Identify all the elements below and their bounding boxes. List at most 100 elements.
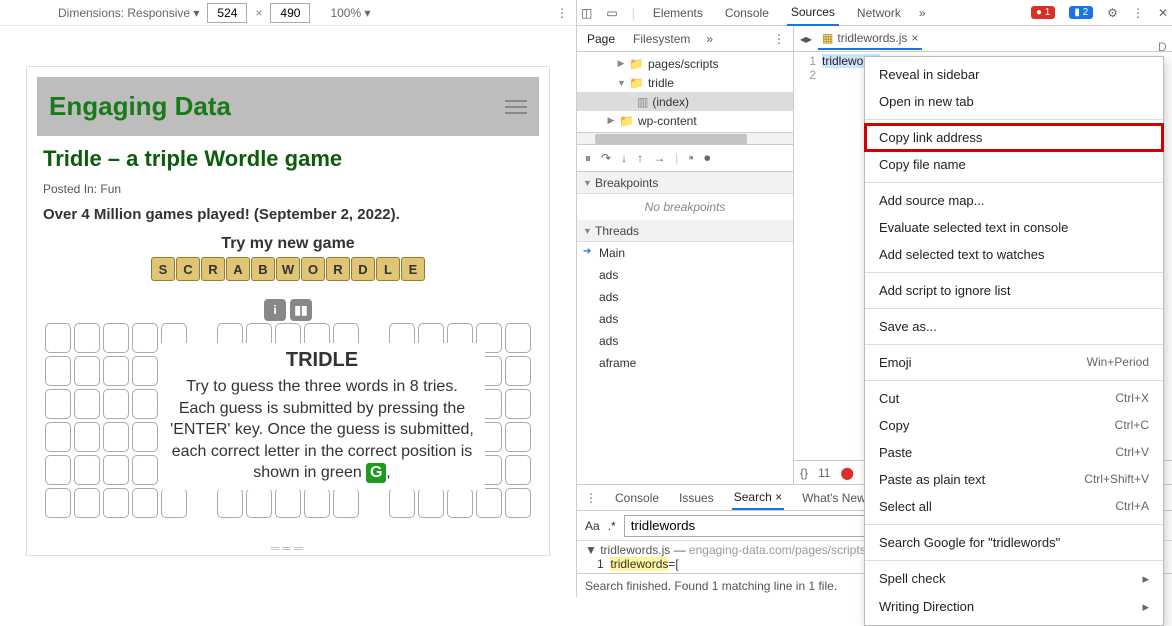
tab-console[interactable]: Console <box>721 1 773 25</box>
pause-icon[interactable]: ⏸ <box>585 151 591 166</box>
grid-cell <box>505 488 531 518</box>
grid-cell <box>304 488 330 518</box>
thread-row[interactable]: Main <box>577 242 793 264</box>
ctx-search-google[interactable]: Search Google for "tridlewords" <box>865 529 1163 556</box>
tree-folder[interactable]: pages/scripts <box>648 57 719 71</box>
file-tree[interactable]: ▶📁pages/scripts ▼📁tridle ▥(index) ▶📁wp-c… <box>577 52 793 132</box>
zoom-dropdown[interactable]: 100% ▾ <box>330 6 370 20</box>
try-new-label: Try my new game <box>43 235 533 253</box>
thread-row[interactable]: ads <box>577 286 793 308</box>
grid-cell <box>505 323 531 353</box>
stats-icon[interactable]: ▮▮ <box>290 299 312 321</box>
drawer-tab-issues[interactable]: Issues <box>677 487 716 509</box>
tab-network[interactable]: Network <box>853 1 905 25</box>
ctx-watch[interactable]: Add selected text to watches <box>865 241 1163 268</box>
thread-row[interactable]: ads <box>577 264 793 286</box>
devtools-main-tabs: ◫ ▭ | Elements Console Sources Network »… <box>577 0 1172 26</box>
thread-row[interactable]: ads <box>577 330 793 352</box>
letter-tile[interactable]: O <box>301 257 325 281</box>
step-into-icon[interactable]: ↓ <box>621 151 627 165</box>
ctx-open-tab[interactable]: Open in new tab <box>865 88 1163 115</box>
kebab-icon[interactable]: ⋮ <box>556 6 568 20</box>
breakpoints-header[interactable]: ▼Breakpoints <box>577 172 793 194</box>
ctx-writing[interactable]: Writing Direction <box>865 593 1163 621</box>
letter-tile[interactable]: C <box>176 257 200 281</box>
drawer-tab-console[interactable]: Console <box>613 487 661 509</box>
nav-tab-page[interactable]: Page <box>585 28 617 50</box>
ctx-ignore[interactable]: Add script to ignore list <box>865 277 1163 304</box>
letter-tile[interactable]: A <box>226 257 250 281</box>
ctx-paste-plain[interactable]: Paste as plain textCtrl+Shift+V <box>865 466 1163 493</box>
letter-tile[interactable]: B <box>251 257 275 281</box>
letter-tile[interactable]: R <box>201 257 225 281</box>
device-toggle-icon[interactable]: ▭ <box>606 6 617 20</box>
hamburger-icon[interactable] <box>505 100 527 114</box>
pause-exc-icon[interactable]: ⏺ <box>704 151 710 166</box>
ctx-select-all[interactable]: Select allCtrl+A <box>865 493 1163 520</box>
info-icon[interactable]: i <box>264 299 286 321</box>
nav-tab-filesystem[interactable]: Filesystem <box>631 28 692 50</box>
thread-row[interactable]: aframe <box>577 352 793 374</box>
ctx-eval[interactable]: Evaluate selected text in console <box>865 214 1163 241</box>
tree-folder[interactable]: tridle <box>648 76 674 90</box>
height-input[interactable] <box>270 3 310 23</box>
more-tabs-icon[interactable]: » <box>919 6 926 20</box>
site-brand[interactable]: Engaging Data <box>49 91 231 122</box>
grid-cell <box>132 323 158 353</box>
thread-row[interactable]: ads <box>577 308 793 330</box>
close-tab-icon[interactable]: × <box>911 31 918 45</box>
tab-sources[interactable]: Sources <box>787 0 839 26</box>
drawer-tab-search[interactable]: Search × <box>732 486 784 510</box>
kebab-icon[interactable]: ⋮ <box>585 491 597 505</box>
nav-back-icon[interactable]: ◂▸ <box>800 32 812 46</box>
scrabwordle-tiles[interactable]: SCRABWORDLE <box>43 257 533 281</box>
ctx-save-as[interactable]: Save as... <box>865 313 1163 340</box>
editor-file-tab[interactable]: ▦ tridlewords.js × <box>818 28 922 50</box>
letter-tile[interactable]: S <box>151 257 175 281</box>
ctx-paste[interactable]: PasteCtrl+V <box>865 439 1163 466</box>
letter-tile[interactable]: L <box>376 257 400 281</box>
deactivate-bp-icon[interactable]: ⁍ <box>688 151 694 165</box>
letter-tile[interactable]: R <box>326 257 350 281</box>
drawer-tab-whatsnew[interactable]: What's New <box>800 487 868 509</box>
inspect-icon[interactable]: ◫ <box>581 6 592 20</box>
info-badge[interactable]: ▮ 2 <box>1069 6 1093 19</box>
times-icon: × <box>255 6 262 20</box>
case-icon[interactable]: Aa <box>585 519 600 533</box>
error-badge[interactable]: ● 1 <box>1031 6 1055 19</box>
ctx-copy-link[interactable]: Copy link address <box>865 124 1163 151</box>
ctx-cut[interactable]: CutCtrl+X <box>865 385 1163 412</box>
more-tabs-icon[interactable]: » <box>706 32 713 46</box>
ctx-reveal[interactable]: Reveal in sidebar <box>865 61 1163 88</box>
letter-tile[interactable]: D <box>351 257 375 281</box>
grid-cell <box>74 356 100 386</box>
letter-tile[interactable]: W <box>276 257 300 281</box>
letter-tile[interactable]: E <box>401 257 425 281</box>
ctx-spell[interactable]: Spell check <box>865 565 1163 593</box>
ctx-emoji[interactable]: EmojiWin+Period <box>865 349 1163 376</box>
step-icon[interactable]: → <box>653 151 665 165</box>
threads-header[interactable]: ▼Threads <box>577 220 793 242</box>
tab-elements[interactable]: Elements <box>649 1 707 25</box>
step-over-icon[interactable]: ↷ <box>601 151 611 165</box>
gear-icon[interactable]: ⚙ <box>1107 6 1118 20</box>
dimensions-dropdown[interactable]: Dimensions: Responsive ▾ <box>58 6 199 20</box>
coverage-icon[interactable]: ⬤ <box>840 466 853 480</box>
pretty-print-icon[interactable]: {} <box>800 466 808 480</box>
kebab-icon[interactable]: ⋮ <box>773 32 785 46</box>
regex-icon[interactable]: .* <box>608 519 616 533</box>
kebab-icon[interactable]: ⋮ <box>1132 6 1144 20</box>
grid-cell <box>505 422 531 452</box>
tree-file[interactable]: (index) <box>652 95 689 109</box>
grid-cell <box>74 323 100 353</box>
debug-toolbar: ⏸ ↷ ↓ ↑ → | ⁍ ⏺ <box>577 144 793 172</box>
ctx-add-map[interactable]: Add source map... <box>865 187 1163 214</box>
width-input[interactable] <box>207 3 247 23</box>
ctx-copy-file[interactable]: Copy file name <box>865 151 1163 178</box>
close-icon[interactable]: ✕ <box>1158 6 1168 20</box>
tree-scrollbar[interactable] <box>577 132 793 144</box>
ctx-copy[interactable]: CopyCtrl+C <box>865 412 1163 439</box>
resize-handle-icon[interactable]: ═══ <box>271 541 306 555</box>
tree-folder[interactable]: wp-content <box>638 114 697 128</box>
step-out-icon[interactable]: ↑ <box>637 151 643 165</box>
